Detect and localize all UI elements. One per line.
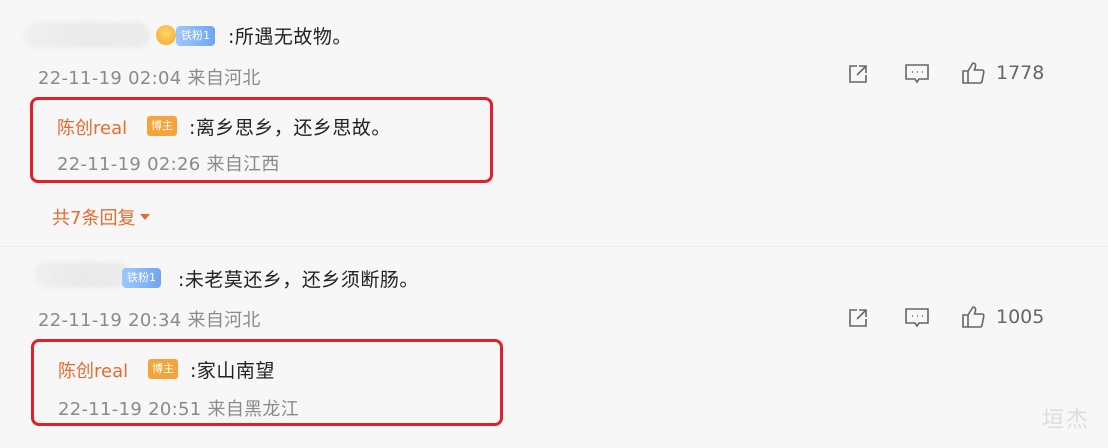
comment-meta: 22-11-19 02:04 来自河北 <box>38 64 261 90</box>
reply-author[interactable]: 陈创real <box>57 114 127 140</box>
more-replies-link[interactable]: 共7条回复 <box>52 204 151 230</box>
highlighted-reply: 陈创real 博主 :家山南望 22-11-19 20:51 来自黑龙江 <box>31 339 503 426</box>
comment-icon <box>905 308 929 328</box>
comment-text: :未老莫还乡，还乡须断肠。 <box>178 269 419 291</box>
like-count: 1778 <box>996 62 1045 84</box>
comment-button[interactable] <box>904 306 930 330</box>
reply-timestamp: 22-11-19 20:51 <box>58 399 202 420</box>
thumbs-up-icon <box>962 306 985 328</box>
reply-text: :家山南望 <box>190 360 275 382</box>
divider <box>0 246 1108 247</box>
more-replies-label: 共7条回复 <box>52 208 136 229</box>
comment-text: :所遇无故物。 <box>228 26 352 48</box>
blurred-username[interactable] <box>24 22 150 48</box>
share-button[interactable] <box>846 62 870 86</box>
reply-text: :离乡思乡，还乡思故。 <box>189 117 391 139</box>
like-button[interactable]: 1005 <box>960 304 1044 330</box>
reply-author[interactable]: 陈创real <box>58 357 128 383</box>
comment-meta: 22-11-19 20:34 来自河北 <box>38 306 261 332</box>
reply-timestamp: 22-11-19 02:26 <box>57 154 201 175</box>
caret-down-icon <box>140 214 151 220</box>
timestamp: 22-11-19 20:34 <box>38 310 182 331</box>
watermark: 垣杰 <box>1041 408 1090 433</box>
blurred-username[interactable] <box>34 262 130 288</box>
location: 来自河北 <box>187 68 261 89</box>
blogger-badge: 博主 <box>148 359 178 379</box>
thumbs-up-icon <box>962 62 985 84</box>
share-button[interactable] <box>846 306 870 330</box>
share-icon <box>849 309 867 327</box>
reply-location: 来自黑龙江 <box>207 399 300 420</box>
reply-meta: 22-11-19 02:26 来自江西 <box>57 150 280 176</box>
fan-badge: 铁粉1 <box>176 26 215 46</box>
comment-button[interactable] <box>904 62 930 86</box>
location: 来自河北 <box>187 310 261 331</box>
reply-location: 来自江西 <box>206 154 280 175</box>
highlighted-reply: 陈创real 博主 :离乡思乡，还乡思故。 22-11-19 02:26 来自江… <box>30 97 493 183</box>
like-button[interactable]: 1778 <box>960 60 1044 86</box>
share-icon <box>849 65 867 83</box>
blogger-badge: 博主 <box>147 116 177 136</box>
timestamp: 22-11-19 02:04 <box>38 68 182 89</box>
comment-icon <box>905 64 929 84</box>
fan-badge: 铁粉1 <box>122 268 161 288</box>
reply-meta: 22-11-19 20:51 来自黑龙江 <box>58 395 299 421</box>
like-count: 1005 <box>996 306 1045 328</box>
crown-icon <box>156 25 176 45</box>
